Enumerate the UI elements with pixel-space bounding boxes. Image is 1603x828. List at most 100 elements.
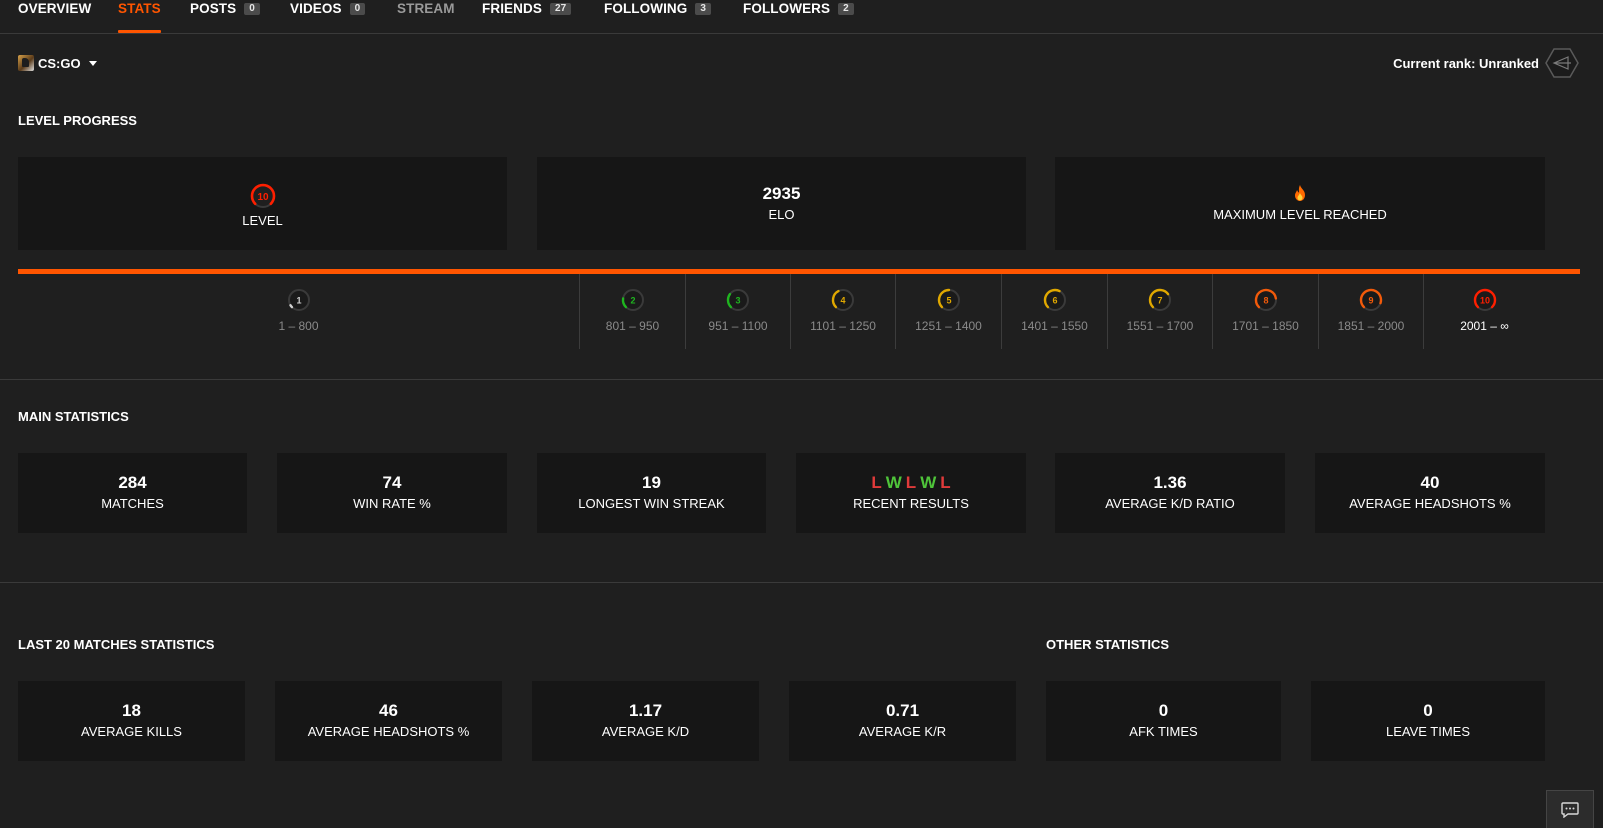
chat-button[interactable] [1546,790,1594,828]
elo-label: ELO [768,206,795,222]
level-label: LEVEL [242,212,283,228]
level-elo-range: 1401 – 1550 [1021,319,1088,333]
tab-friends[interactable]: FRIENDS 27 [482,0,572,34]
tab-stream[interactable]: STREAM [397,0,455,34]
tab-label: FOLLOWING [604,1,688,16]
chat-bubble-icon [1561,801,1579,818]
level-scale-item-9: 9 1851 – 2000 [1318,274,1423,349]
level-number: 3 [735,296,740,306]
last-20-matches-title: LAST 20 MATCHES STATISTICS [18,637,215,652]
tab-posts[interactable]: POSTS 0 [190,0,260,34]
level-elo-range: 1251 – 1400 [915,319,982,333]
tab-label: FOLLOWERS [743,1,831,16]
level-elo-range: 1701 – 1850 [1232,319,1299,333]
tab-overview[interactable]: OVERVIEW [18,0,91,34]
level-number: 5 [946,296,951,306]
count-badge: 3 [695,3,712,15]
level-elo-range: 951 – 1100 [708,319,768,333]
level-elo-range: 1551 – 1700 [1126,319,1194,333]
level-3-gauge-icon: 3 [726,289,749,311]
level-10-gauge-icon: 10 [1473,288,1496,311]
elo-value: 2935 [762,183,801,203]
level-scale-item-8: 8 1701 – 1850 [1212,274,1318,349]
level-elo-range: 1101 – 1250 [810,319,876,333]
current-rank-text: Current rank: Unranked [1393,55,1539,71]
level-scale-item-5: 5 1251 – 1400 [895,274,1001,349]
level-number: 1 [296,296,301,306]
stat-card-win-rate: 74 WIN RATE % [277,453,507,533]
stat-label: RECENT RESULTS [853,496,969,511]
tab-label: STATS [118,1,161,16]
stat-value: 1.36 [1153,473,1187,492]
count-badge: 2 [838,3,854,15]
level-scale-item-10: 10 2001 – ∞ [1423,274,1545,349]
level-7-gauge-icon: 7 [1148,288,1171,311]
elo-card: 2935 ELO [537,157,1026,250]
level-4-gauge-icon: 4 [831,289,854,311]
tab-followers[interactable]: FOLLOWERS 2 [743,0,854,34]
stat-label: AVERAGE HEADSHOTS % [1349,496,1511,511]
level-number: 7 [1157,296,1162,306]
game-selector[interactable]: CS:GO [18,54,97,72]
stat-value: 19 [642,473,661,492]
tab-label: VIDEOS [290,1,342,16]
recent-result-item: W [920,473,937,492]
divider [0,582,1603,583]
count-badge: 0 [244,3,260,15]
recent-result-item: L [940,473,951,492]
level-elo-range: 2001 – ∞ [1460,319,1509,333]
stat-label: AFK TIMES [1129,724,1198,739]
count-badge: 27 [549,3,572,15]
stat-card-matches: 284 MATCHES [18,453,247,533]
recent-results-list: LWLWL [869,473,952,493]
tab-label: STREAM [397,1,455,16]
recent-result-item: W [885,473,902,492]
stat-label: AVERAGE K/D [601,724,690,739]
stat-value: 74 [382,473,402,492]
stat-value: 284 [118,473,147,492]
max-level-label: MAXIMUM LEVEL REACHED [1213,206,1387,222]
level-number: 2 [630,296,635,306]
level-8-gauge-icon: 8 [1254,288,1277,311]
stat-card-recent-results: LWLWL RECENT RESULTS [796,453,1026,533]
stat-label: WIN RATE % [353,496,431,511]
tab-stats[interactable]: STATS [118,0,161,34]
stat-card-win-streak: 19 LONGEST WIN STREAK [537,453,766,533]
stat-value: 18 [122,701,141,720]
stat-label: AVERAGE KILLS [81,724,182,739]
level-scale-item-2: 2 801 – 950 [579,274,685,349]
stat-label: LEAVE TIMES [1385,724,1471,739]
profile-tab-bar: OVERVIEW STATS POSTS 0 VIDEOS 0 STREAM F… [0,0,1603,34]
tab-label: POSTS [190,1,237,16]
level-scale-item-6: 6 1401 – 1550 [1001,274,1107,349]
stat-value: 40 [1420,473,1440,492]
tab-videos[interactable]: VIDEOS 0 [290,0,366,34]
stat-card-average-kills: 18 AVERAGE KILLS [18,681,245,761]
chevron-down-icon [88,60,97,66]
level-elo-range: 801 – 950 [605,319,660,333]
stat-card-average-kd: 1.17 AVERAGE K/D [532,681,759,761]
stat-label: MATCHES [101,496,164,511]
fire-icon [1295,184,1305,201]
tab-label: OVERVIEW [18,1,92,16]
level-number: 9 [1368,296,1373,306]
stat-value: 0 [1423,701,1433,720]
count-badge: 0 [349,3,366,15]
game-selector-label: CS:GO [38,55,81,71]
level-scale-item-3: 3 951 – 1100 [685,274,790,349]
rank-hexagon-icon [1545,48,1579,78]
level-number: 6 [1052,296,1057,306]
stat-card-average-headshots: 46 AVERAGE HEADSHOTS % [275,681,502,761]
stat-card-afk-times: 0 AFK TIMES [1046,681,1281,761]
level-9-gauge-icon: 9 [1359,288,1383,311]
max-level-card: MAXIMUM LEVEL REACHED [1055,157,1545,250]
level-10-gauge-icon: 10 [250,183,275,208]
stat-label: LONGEST WIN STREAK [578,496,725,511]
level-number: 8 [1263,296,1268,306]
recent-result-item: L [905,473,917,492]
tab-following[interactable]: FOLLOWING 3 [604,0,712,34]
recent-result-item: L [871,473,882,492]
tab-label: FRIENDS [482,1,542,16]
stat-card-average-kr: 0.71 AVERAGE K/R [789,681,1016,761]
stat-card-leave-times: 0 LEAVE TIMES [1311,681,1545,761]
